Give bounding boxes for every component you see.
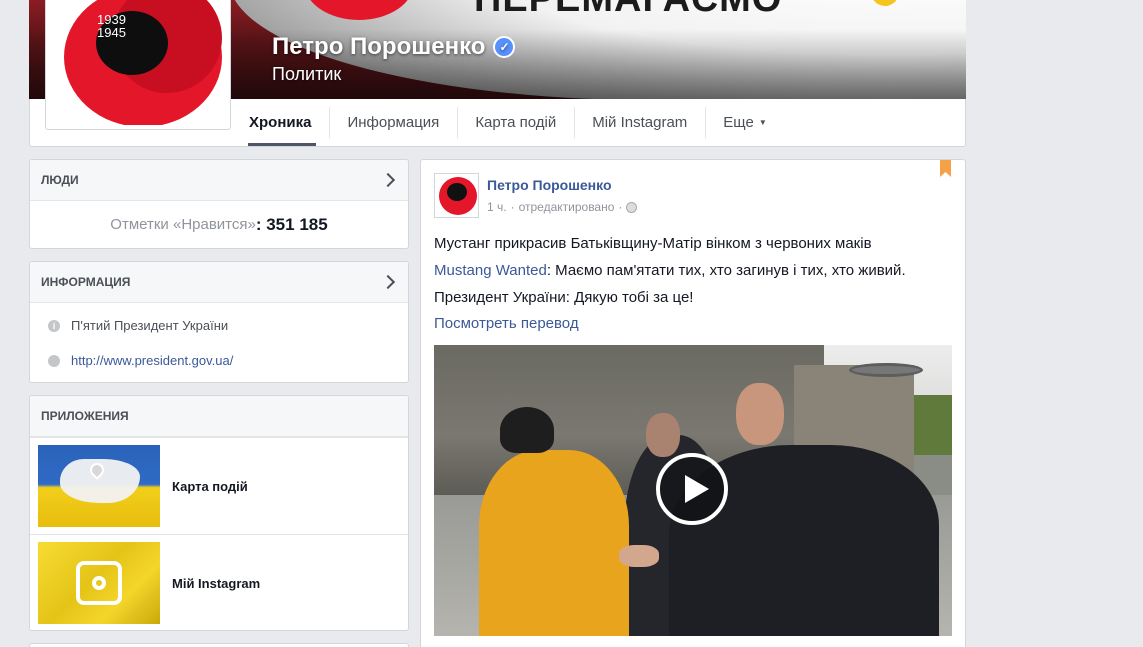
tab-label: Еще — [723, 114, 754, 131]
see-translation-link[interactable]: Посмотреть перевод — [434, 315, 579, 332]
year-end: 1945 — [97, 25, 126, 40]
post-line: Президент України: Дякую тобі за це! — [434, 284, 906, 311]
play-icon[interactable] — [656, 453, 728, 525]
profile-picture[interactable]: 1939 1945 — [45, 0, 231, 130]
globe-icon — [48, 354, 60, 367]
mention-link[interactable]: Mustang Wanted — [434, 262, 547, 279]
website-link[interactable]: http://www.president.gov.ua/ — [71, 353, 233, 368]
profile-years: 1939 1945 — [97, 13, 126, 39]
tab-more[interactable]: Еще ▼ — [705, 99, 784, 146]
apps-title: ПРИЛОЖЕНИЯ — [41, 409, 129, 423]
page-name-text: Петро Порошенко — [272, 33, 486, 60]
info-header[interactable]: ИНФОРМАЦИЯ — [30, 262, 408, 303]
people-header[interactable]: ЛЮДИ — [30, 160, 408, 201]
app-label[interactable]: Карта подій — [172, 479, 248, 494]
ukraine-map-icon[interactable] — [38, 445, 160, 527]
bookmark-icon[interactable] — [940, 160, 951, 177]
post-line: Mustang Wanted: Маємо пам'ятати тих, хто… — [434, 257, 906, 284]
likes-label: Отметки «Нравится» — [110, 216, 256, 233]
info-box: ИНФОРМАЦИЯ i П'ятий Президент України ht… — [29, 261, 409, 383]
tab-instagram[interactable]: Мій Instagram — [574, 99, 705, 146]
people-title: ЛЮДИ — [41, 173, 79, 187]
post-line: Мустанг прикрасив Батьківщину-Матір вінк… — [434, 230, 906, 257]
tab-timeline[interactable]: Хроника — [248, 99, 317, 146]
next-box — [29, 643, 409, 647]
post-author-avatar[interactable] — [434, 173, 479, 218]
info-title: ИНФОРМАЦИЯ — [41, 275, 131, 289]
chevron-right-icon[interactable] — [380, 274, 396, 290]
tab-label: Информация — [347, 114, 440, 131]
chevron-right-icon[interactable] — [380, 172, 396, 188]
info-item-website: http://www.president.gov.ua/ — [30, 343, 408, 378]
post-line-text: : Маємо пам'ятати тих, хто загинув і тих… — [546, 262, 906, 279]
page-category[interactable]: Политик — [272, 64, 341, 85]
post-line-text: Мустанг прикрасив Батьківщину-Матір вінк… — [434, 235, 872, 252]
post-video[interactable] — [434, 345, 952, 636]
app-item-instagram[interactable]: Мій Instagram — [30, 534, 408, 630]
tab-events-map[interactable]: Карта подій — [457, 99, 574, 146]
post-body: Мустанг прикрасив Батьківщину-Матір вінк… — [434, 230, 906, 311]
page-title[interactable]: Петро Порошенко ✓ — [272, 33, 516, 61]
globe-icon[interactable] — [626, 201, 638, 213]
info-item-description: i П'ятий Президент України — [30, 308, 408, 343]
post-line-text: Президент України: Дякую тобі за це! — [434, 289, 694, 306]
post-edited[interactable]: отредактировано — [519, 200, 615, 214]
post-time[interactable]: 1 ч. — [487, 200, 507, 214]
apps-header: ПРИЛОЖЕНИЯ — [30, 396, 408, 437]
app-label[interactable]: Мій Instagram — [172, 576, 260, 591]
verified-badge-icon: ✓ — [493, 36, 516, 58]
apps-box: ПРИЛОЖЕНИЯ Карта подій Мій Instagram — [29, 395, 409, 631]
post-meta: 1 ч. · отредактировано · — [487, 200, 638, 214]
post-author-name[interactable]: Петро Порошенко — [487, 177, 612, 193]
meta-separator: · — [510, 200, 515, 214]
app-item-events-map[interactable]: Карта подій — [30, 437, 408, 534]
tab-label: Хроника — [249, 114, 312, 131]
cover-banner-text: ПЕРЕМАГАЄМО — [474, 0, 782, 21]
likes-number: : 351 185 — [255, 214, 328, 234]
likes-count[interactable]: Отметки «Нравится»: 351 185 — [30, 201, 408, 248]
tab-label: Карта подій — [475, 114, 557, 131]
tab-info[interactable]: Информация — [329, 99, 457, 146]
people-box: ЛЮДИ Отметки «Нравится»: 351 185 — [29, 159, 409, 249]
info-icon: i — [48, 319, 60, 332]
caret-down-icon: ▼ — [758, 118, 767, 127]
timeline-post: Петро Порошенко 1 ч. · отредактировано ·… — [420, 159, 966, 647]
meta-separator: · — [618, 200, 623, 214]
info-description-text: П'ятий Президент України — [71, 318, 229, 333]
instagram-camera-icon[interactable] — [38, 542, 160, 624]
tab-label: Мій Instagram — [592, 114, 688, 131]
